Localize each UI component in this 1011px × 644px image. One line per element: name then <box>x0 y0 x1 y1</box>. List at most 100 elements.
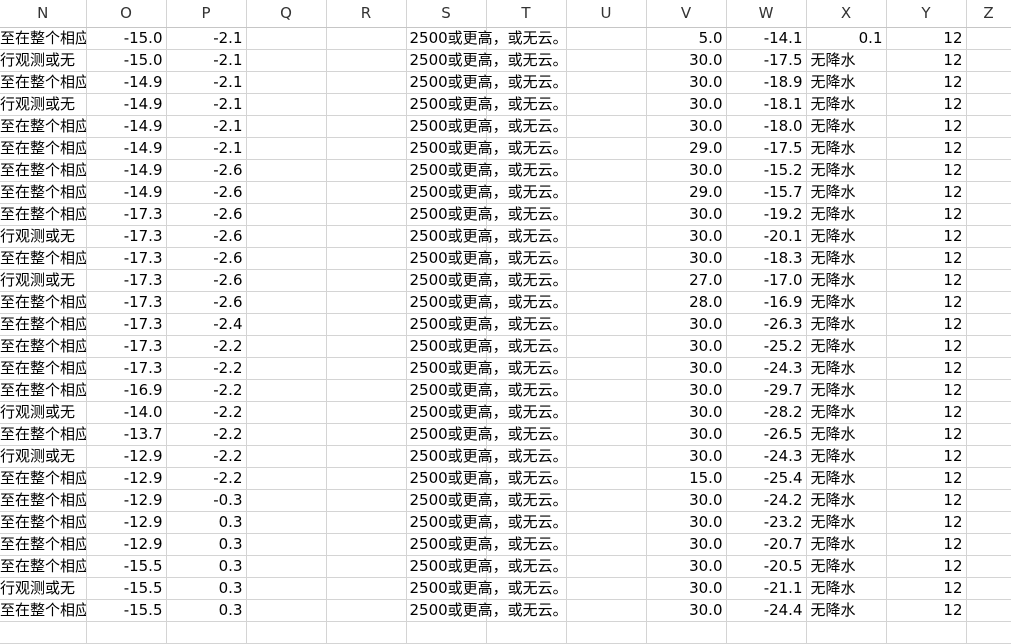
cell-u[interactable] <box>566 533 647 556</box>
cell-s[interactable]: 2500或更高，或无云。 <box>406 489 568 512</box>
cell-w[interactable]: -14.1 <box>726 27 807 50</box>
cell-v[interactable] <box>646 621 727 644</box>
cell-x[interactable]: 0.1 <box>806 27 887 50</box>
cell-s[interactable]: 2500或更高，或无云。 <box>406 423 568 446</box>
cell-w[interactable]: -17.5 <box>726 137 807 160</box>
cell-q[interactable] <box>246 423 327 446</box>
cell-x[interactable]: 无降水 <box>806 181 887 204</box>
cell-u[interactable] <box>566 27 647 50</box>
cell-y[interactable]: 12 <box>886 313 967 336</box>
cell-r[interactable] <box>326 357 407 380</box>
cell-v[interactable]: 30.0 <box>646 423 727 446</box>
cell-w[interactable]: -17.5 <box>726 49 807 72</box>
cell-u[interactable] <box>566 313 647 336</box>
cell-z[interactable] <box>966 621 1011 644</box>
cell-n[interactable]: 至在整个相应 <box>0 115 87 138</box>
cell-y[interactable]: 12 <box>886 423 967 446</box>
cell-p[interactable] <box>166 621 247 644</box>
cell-q[interactable] <box>246 533 327 556</box>
cell-r[interactable] <box>326 533 407 556</box>
cell-n[interactable]: 至在整个相应 <box>0 599 87 622</box>
cell-w[interactable]: -20.1 <box>726 225 807 248</box>
column-header-p[interactable]: P <box>166 0 247 28</box>
cell-p[interactable]: -2.1 <box>166 115 247 138</box>
cell-p[interactable]: 0.3 <box>166 533 247 556</box>
cell-w[interactable]: -20.7 <box>726 533 807 556</box>
cell-v[interactable]: 30.0 <box>646 49 727 72</box>
cell-o[interactable]: -13.7 <box>86 423 167 446</box>
cell-p[interactable]: -2.2 <box>166 423 247 446</box>
cell-r[interactable] <box>326 93 407 116</box>
cell-p[interactable]: -2.4 <box>166 313 247 336</box>
cell-s[interactable]: 2500或更高，或无云。 <box>406 269 568 292</box>
cell-w[interactable]: -28.2 <box>726 401 807 424</box>
cell-x[interactable]: 无降水 <box>806 599 887 622</box>
cell-w[interactable]: -26.5 <box>726 423 807 446</box>
cell-s[interactable]: 2500或更高，或无云。 <box>406 511 568 534</box>
cell-q[interactable] <box>246 401 327 424</box>
cell-z[interactable] <box>966 467 1011 490</box>
cell-y[interactable]: 12 <box>886 93 967 116</box>
cell-u[interactable] <box>566 181 647 204</box>
cell-u[interactable] <box>566 445 647 468</box>
cell-o[interactable]: -15.0 <box>86 49 167 72</box>
cell-q[interactable] <box>246 577 327 600</box>
cell-x[interactable]: 无降水 <box>806 423 887 446</box>
cell-u[interactable] <box>566 577 647 600</box>
cell-w[interactable]: -18.3 <box>726 247 807 270</box>
cell-w[interactable]: -18.9 <box>726 71 807 94</box>
cell-n[interactable]: 至在整个相应 <box>0 467 87 490</box>
cell-q[interactable] <box>246 599 327 622</box>
cell-q[interactable] <box>246 71 327 94</box>
cell-o[interactable]: -15.5 <box>86 555 167 578</box>
cell-p[interactable]: -2.6 <box>166 247 247 270</box>
cell-w[interactable]: -20.5 <box>726 555 807 578</box>
cell-z[interactable] <box>966 137 1011 160</box>
cell-v[interactable]: 28.0 <box>646 291 727 314</box>
cell-s[interactable]: 2500或更高，或无云。 <box>406 225 568 248</box>
cell-y[interactable] <box>886 621 967 644</box>
cell-p[interactable]: -2.6 <box>166 159 247 182</box>
cell-n[interactable]: 行观测或无 <box>0 577 87 600</box>
column-header-u[interactable]: U <box>566 0 647 28</box>
cell-q[interactable] <box>246 467 327 490</box>
cell-u[interactable] <box>566 291 647 314</box>
cell-r[interactable] <box>326 489 407 512</box>
cell-q[interactable] <box>246 159 327 182</box>
cell-y[interactable]: 12 <box>886 401 967 424</box>
cell-o[interactable]: -14.9 <box>86 115 167 138</box>
cell-n[interactable]: 至在整个相应 <box>0 423 87 446</box>
cell-o[interactable] <box>86 621 167 644</box>
cell-z[interactable] <box>966 115 1011 138</box>
cell-u[interactable] <box>566 621 647 644</box>
cell-x[interactable]: 无降水 <box>806 71 887 94</box>
cell-v[interactable]: 29.0 <box>646 137 727 160</box>
cell-p[interactable]: -2.6 <box>166 203 247 226</box>
cell-r[interactable] <box>326 137 407 160</box>
cell-y[interactable]: 12 <box>886 181 967 204</box>
cell-o[interactable]: -12.9 <box>86 445 167 468</box>
cell-z[interactable] <box>966 555 1011 578</box>
cell-p[interactable]: 0.3 <box>166 577 247 600</box>
cell-y[interactable]: 12 <box>886 599 967 622</box>
cell-u[interactable] <box>566 467 647 490</box>
cell-o[interactable]: -14.9 <box>86 137 167 160</box>
cell-y[interactable]: 12 <box>886 489 967 512</box>
cell-n[interactable]: 至在整个相应 <box>0 291 87 314</box>
cell-q[interactable] <box>246 555 327 578</box>
cell-w[interactable]: -15.2 <box>726 159 807 182</box>
cell-r[interactable] <box>326 555 407 578</box>
cell-z[interactable] <box>966 27 1011 50</box>
cell-r[interactable] <box>326 27 407 50</box>
cell-n[interactable]: 行观测或无 <box>0 225 87 248</box>
cell-n[interactable]: 至在整个相应 <box>0 489 87 512</box>
cell-z[interactable] <box>966 247 1011 270</box>
cell-z[interactable] <box>966 423 1011 446</box>
cell-u[interactable] <box>566 49 647 72</box>
cell-r[interactable] <box>326 621 407 644</box>
cell-v[interactable]: 30.0 <box>646 599 727 622</box>
cell-o[interactable]: -17.3 <box>86 313 167 336</box>
cell-y[interactable]: 12 <box>886 49 967 72</box>
spreadsheet-grid[interactable]: NOPQRSTUVWXYZ 至在整个相应 -15.0 -2.1 2500或更高，或无云… <box>0 0 1011 644</box>
cell-o[interactable]: -14.0 <box>86 401 167 424</box>
